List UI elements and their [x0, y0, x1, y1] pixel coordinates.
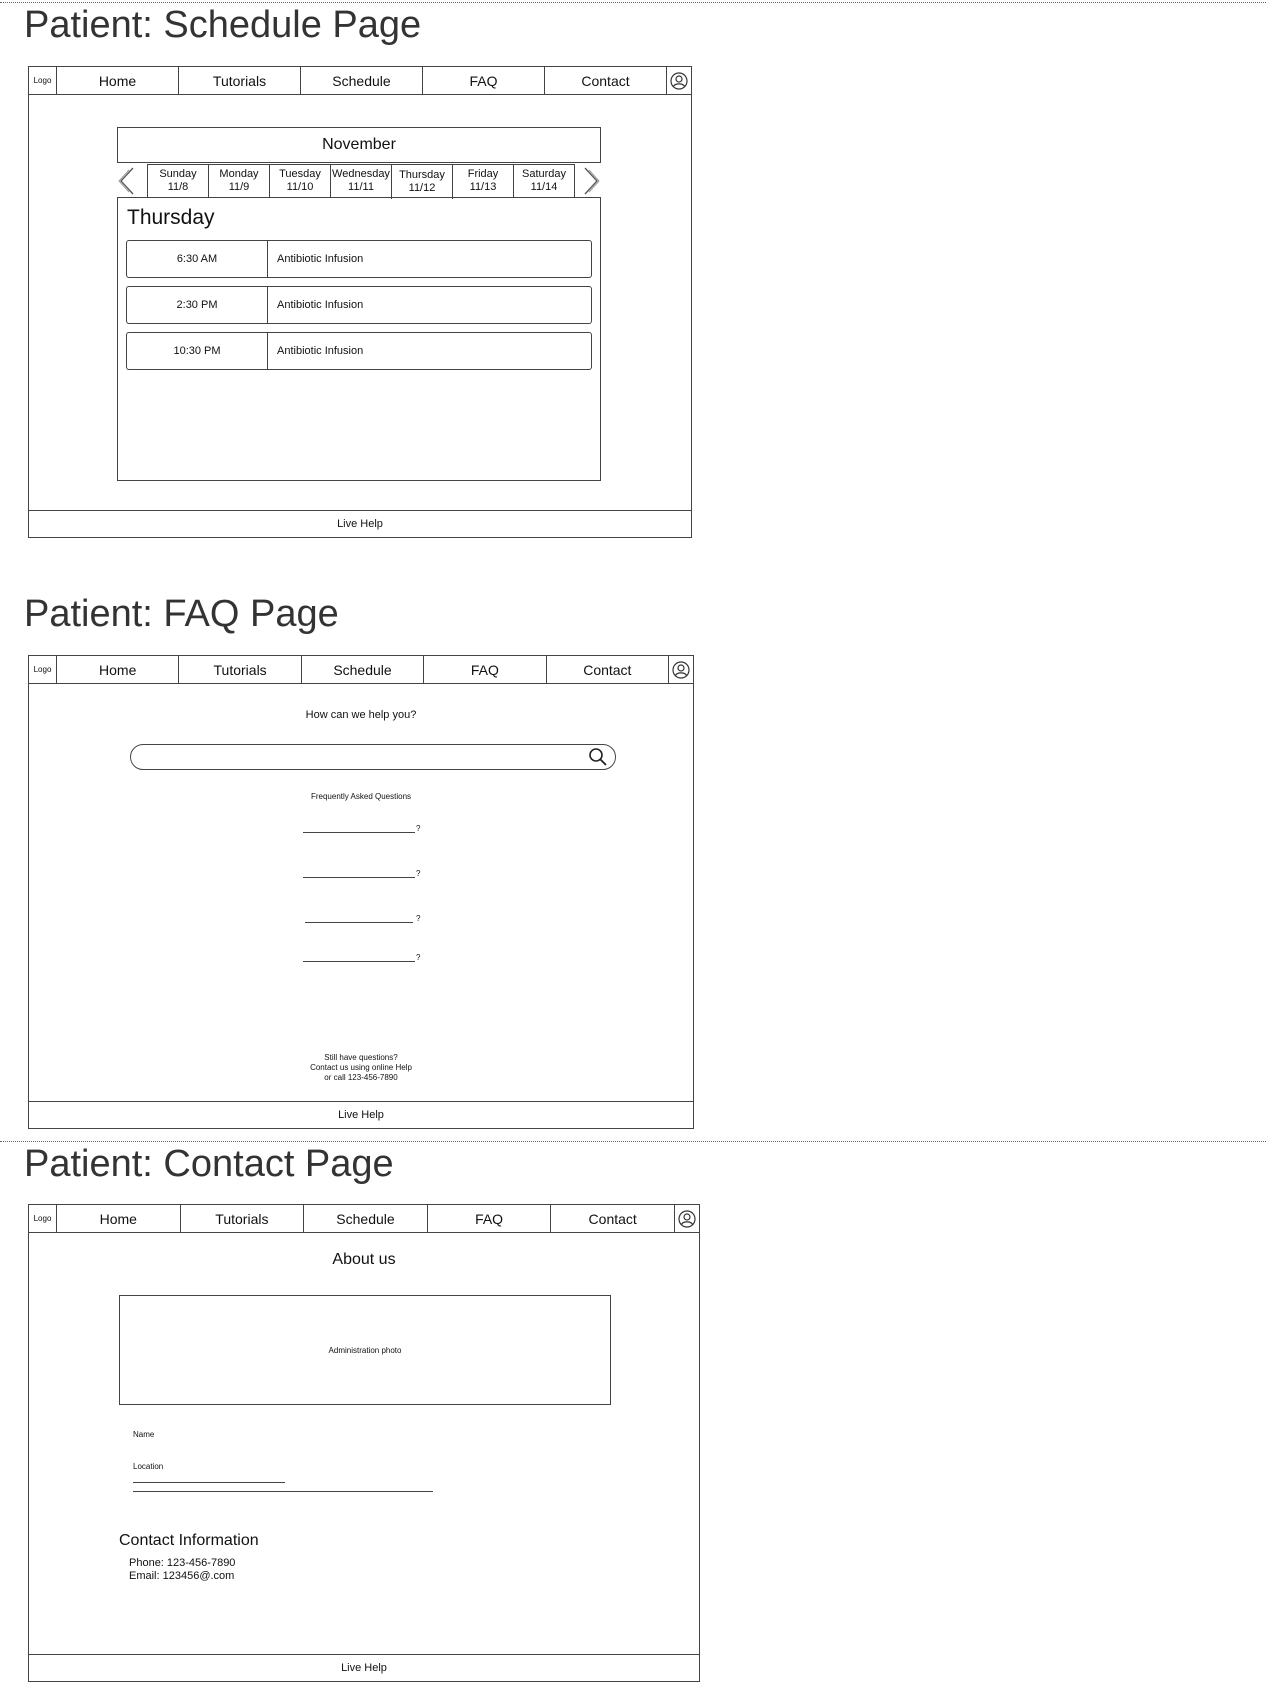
- nav-faq[interactable]: FAQ: [424, 656, 547, 683]
- faq-question-link[interactable]: [303, 961, 415, 962]
- nav-faq[interactable]: FAQ: [423, 67, 545, 94]
- top-nav: Logo Home Tutorials Schedule FAQ Contact: [29, 67, 691, 95]
- day-tab-thursday[interactable]: Thursday 11/12: [391, 164, 453, 199]
- nav-tutorials[interactable]: Tutorials: [179, 67, 301, 94]
- nav-schedule[interactable]: Schedule: [301, 67, 423, 94]
- faq-search-input[interactable]: [130, 744, 616, 770]
- nav-home[interactable]: Home: [57, 67, 179, 94]
- logo: Logo: [29, 656, 57, 683]
- live-help-button[interactable]: Live Help: [29, 1654, 699, 1681]
- faq-section-title: Patient: FAQ Page: [24, 593, 339, 635]
- contact-phone: Phone: 123-456-7890: [129, 1557, 236, 1569]
- appointment-description: Antibiotic Infusion: [277, 299, 364, 311]
- nav-tutorials[interactable]: Tutorials: [181, 1205, 305, 1232]
- nav-faq[interactable]: FAQ: [428, 1205, 552, 1232]
- faq-question-link[interactable]: [303, 832, 415, 833]
- appointment-time: 6:30 AM: [127, 241, 268, 277]
- day-tab-wednesday[interactable]: Wednesday 11/11: [330, 164, 392, 198]
- nav-tutorials[interactable]: Tutorials: [179, 656, 302, 683]
- contact-section-title: Patient: Contact Page: [24, 1143, 394, 1185]
- next-week-icon[interactable]: [581, 165, 601, 197]
- faq-question-link[interactable]: [305, 922, 413, 923]
- still-questions-text: Still have questions? Contact us using o…: [310, 1053, 412, 1082]
- top-nav: Logo Home Tutorials Schedule FAQ Contact: [29, 656, 693, 684]
- faq-wireframe: Logo Home Tutorials Schedule FAQ Contact…: [28, 655, 694, 1129]
- question-mark: ?: [416, 953, 421, 962]
- schedule-wireframe: Logo Home Tutorials Schedule FAQ Contact…: [28, 66, 692, 538]
- contact-wireframe: Logo Home Tutorials Schedule FAQ Contact…: [28, 1204, 700, 1682]
- day-schedule-panel: Thursday 6:30 AM Antibiotic Infusion 2:3…: [117, 197, 601, 481]
- location-underline-long: [133, 1491, 433, 1492]
- appointment-row[interactable]: 10:30 PM Antibiotic Infusion: [126, 332, 592, 370]
- live-help-button[interactable]: Live Help: [29, 510, 691, 537]
- day-tab-monday[interactable]: Monday 11/9: [208, 164, 270, 198]
- day-tabs: Sunday 11/8 Monday 11/9 Tuesday 11/10 Wedne…: [147, 164, 575, 199]
- appointment-row[interactable]: 2:30 PM Antibiotic Infusion: [126, 286, 592, 324]
- about-heading: About us: [332, 1251, 396, 1268]
- appointment-row[interactable]: 6:30 AM Antibiotic Infusion: [126, 240, 592, 278]
- nav-contact[interactable]: Contact: [551, 1205, 675, 1232]
- nav-home[interactable]: Home: [57, 656, 180, 683]
- nav-contact[interactable]: Contact: [547, 656, 670, 683]
- appointment-description: Antibiotic Infusion: [277, 345, 364, 357]
- location-label: Location: [133, 1462, 164, 1471]
- user-icon[interactable]: [675, 1205, 699, 1232]
- nav-schedule[interactable]: Schedule: [302, 656, 425, 683]
- logo: Logo: [29, 1205, 57, 1232]
- day-tab-saturday[interactable]: Saturday 11/14: [513, 164, 575, 198]
- appointment-time: 10:30 PM: [127, 333, 268, 369]
- day-tab-sunday[interactable]: Sunday 11/8: [147, 164, 209, 198]
- day-tab-tuesday[interactable]: Tuesday 11/10: [269, 164, 331, 198]
- faq-question-link[interactable]: [303, 877, 415, 878]
- top-nav: Logo Home Tutorials Schedule FAQ Contact: [29, 1205, 699, 1233]
- name-label: Name: [133, 1430, 155, 1439]
- photo-caption: Administration photo: [328, 1345, 402, 1355]
- logo: Logo: [29, 67, 57, 94]
- administration-photo: Administration photo: [119, 1295, 611, 1405]
- selected-day-heading: Thursday: [127, 206, 215, 229]
- month-header: November: [117, 127, 601, 163]
- nav-schedule[interactable]: Schedule: [304, 1205, 428, 1232]
- appointment-time: 2:30 PM: [127, 287, 268, 323]
- user-icon[interactable]: [667, 67, 691, 94]
- question-mark: ?: [416, 914, 421, 923]
- prev-week-icon[interactable]: [117, 165, 137, 197]
- nav-contact[interactable]: Contact: [545, 67, 667, 94]
- question-mark: ?: [416, 824, 421, 833]
- top-divider: [0, 2, 1266, 3]
- help-prompt: How can we help you?: [305, 709, 417, 721]
- live-help-button[interactable]: Live Help: [29, 1101, 693, 1128]
- question-mark: ?: [416, 869, 421, 878]
- search-icon[interactable]: [587, 746, 609, 768]
- faq-heading: Frequently Asked Questions: [310, 792, 412, 801]
- day-tab-friday[interactable]: Friday 11/13: [452, 164, 514, 198]
- appointment-description: Antibiotic Infusion: [277, 253, 364, 265]
- mid-divider: [0, 1141, 1266, 1142]
- contact-email: Email: 123456@.com: [129, 1570, 235, 1582]
- location-underline: [133, 1482, 285, 1483]
- nav-home[interactable]: Home: [57, 1205, 181, 1232]
- contact-info-heading: Contact Information: [119, 1532, 259, 1549]
- user-icon[interactable]: [669, 656, 693, 683]
- schedule-section-title: Patient: Schedule Page: [24, 4, 422, 46]
